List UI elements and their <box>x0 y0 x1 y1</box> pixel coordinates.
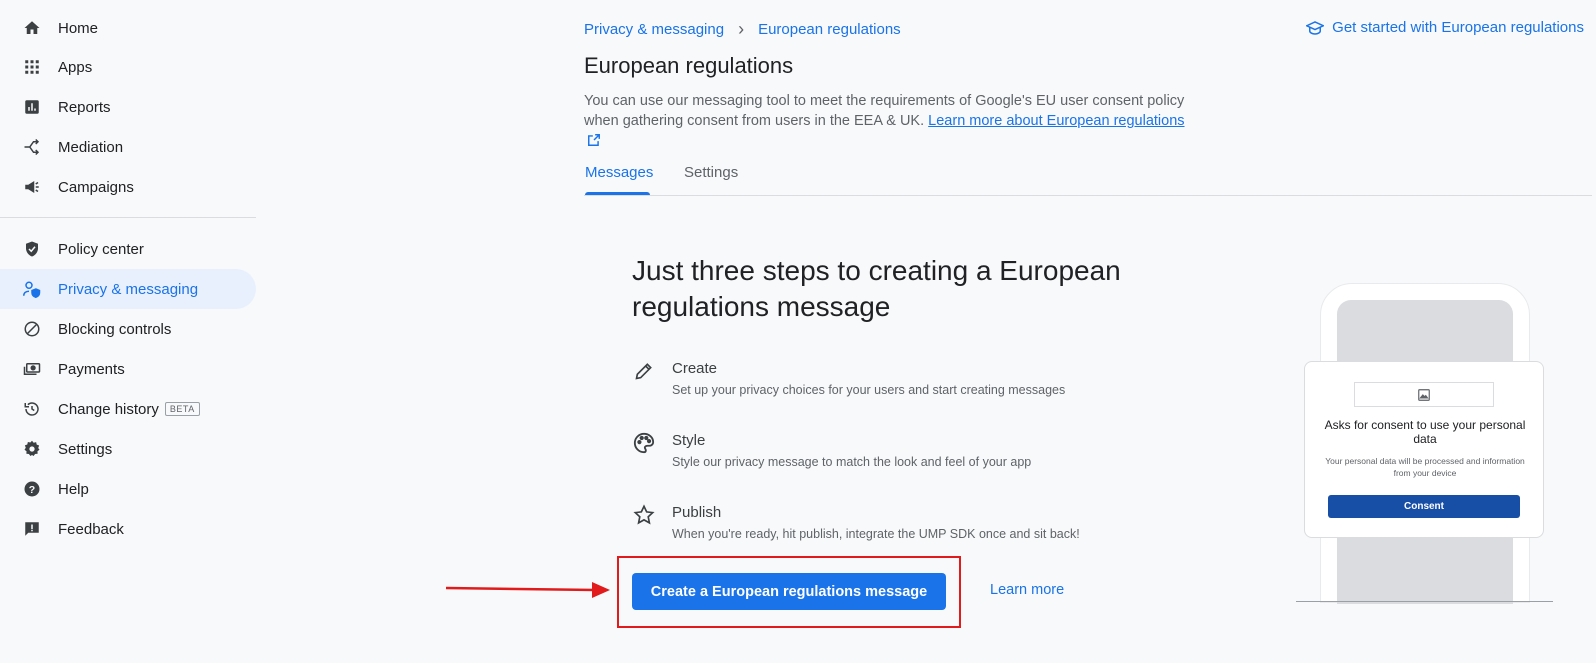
beta-badge: BETA <box>164 402 200 416</box>
sidebar-divider <box>0 217 256 218</box>
sidebar-item-label: Change history <box>58 400 159 418</box>
sidebar-item-apps[interactable]: Apps <box>0 47 256 87</box>
payments-icon <box>22 359 42 379</box>
history-icon <box>22 399 42 419</box>
chevron-right-icon: › <box>738 19 745 39</box>
sidebar-item-settings[interactable]: Settings <box>0 429 256 469</box>
megaphone-icon <box>22 177 42 197</box>
sidebar-item-campaigns[interactable]: Campaigns <box>0 167 256 207</box>
step-style: Style Style our privacy message to match… <box>632 432 1031 469</box>
consent-card-description: Your personal data will be processed and… <box>1325 456 1525 478</box>
image-placeholder-icon <box>1354 382 1494 407</box>
sidebar-item-reports[interactable]: Reports <box>0 87 256 127</box>
gear-icon <box>22 439 42 459</box>
sidebar-item-label: Home <box>58 19 99 37</box>
create-message-button[interactable]: Create a European regulations message <box>632 573 946 610</box>
step-title: Style <box>672 432 706 449</box>
help-icon: ? <box>22 479 42 499</box>
step-publish: Publish When you're ready, hit publish, … <box>632 504 1080 541</box>
palette-icon <box>632 431 656 455</box>
sidebar-item-policy-center[interactable]: Policy center <box>0 229 256 269</box>
breadcrumb: Privacy & messaging › European regulatio… <box>584 19 901 40</box>
tab-bar: Messages Settings <box>584 160 1592 196</box>
sidebar-item-label: Settings <box>58 440 113 458</box>
sidebar-item-label: Blocking controls <box>58 320 172 338</box>
block-icon <box>22 319 42 339</box>
star-icon <box>632 503 656 527</box>
step-description: When you're ready, hit publish, integrat… <box>672 527 1080 541</box>
consent-card-button: Consent <box>1328 495 1520 518</box>
sidebar: Home Apps Reports Mediation Campaigns Po… <box>0 0 256 663</box>
sidebar-item-help[interactable]: ? Help <box>0 469 256 509</box>
sidebar-item-home[interactable]: Home <box>0 8 256 48</box>
mediation-icon <box>22 137 42 157</box>
steps-headline: Just three steps to creating a European … <box>632 255 1121 322</box>
sidebar-item-label: Policy center <box>58 240 144 258</box>
sidebar-item-label: Apps <box>58 58 93 76</box>
step-description: Style our privacy message to match the l… <box>672 455 1032 469</box>
tab-messages[interactable]: Messages <box>585 164 653 181</box>
step-description: Set up your privacy choices for your use… <box>672 383 1066 397</box>
sidebar-item-label: Mediation <box>58 138 124 156</box>
svg-text:?: ? <box>29 484 35 496</box>
feedback-icon <box>22 519 42 539</box>
sidebar-item-mediation[interactable]: Mediation <box>0 127 256 167</box>
sidebar-item-label: Reports <box>58 98 111 116</box>
open-in-new-icon <box>584 133 601 149</box>
breadcrumb-privacy-messaging[interactable]: Privacy & messaging <box>584 21 724 38</box>
sidebar-item-label: Help <box>58 480 89 498</box>
pencil-icon <box>632 359 656 383</box>
sidebar-item-label: Campaigns <box>58 178 134 196</box>
sidebar-item-label: Feedback <box>58 520 124 538</box>
sidebar-item-label: Privacy & messaging <box>58 280 199 298</box>
sidebar-item-payments[interactable]: Payments <box>0 349 256 389</box>
page-description: You can use our messaging tool to meet t… <box>584 91 1204 151</box>
page-title: European regulations <box>584 53 794 78</box>
privacy-user-icon <box>22 279 42 299</box>
consent-card-title: Asks for consent to use your personal da… <box>1324 418 1526 446</box>
learn-more-regulations-link[interactable]: Learn more about European regulations <box>928 113 1184 129</box>
step-title: Publish <box>672 504 722 521</box>
home-icon <box>22 18 42 38</box>
annotation-arrow <box>445 582 610 598</box>
active-tab-indicator <box>585 192 650 195</box>
sidebar-item-change-history[interactable]: Change history BETA <box>0 389 256 429</box>
sidebar-item-label: Payments <box>58 360 125 378</box>
get-started-link[interactable]: Get started with European regulations <box>1306 19 1584 36</box>
sidebar-item-privacy-messaging[interactable]: Privacy & messaging <box>0 269 256 309</box>
step-title: Create <box>672 360 718 377</box>
sidebar-item-blocking-controls[interactable]: Blocking controls <box>0 309 256 349</box>
step-create: Create Set up your privacy choices for y… <box>632 360 1065 397</box>
tab-settings[interactable]: Settings <box>684 164 738 181</box>
apps-grid-icon <box>22 57 42 77</box>
shield-check-icon <box>22 239 42 259</box>
reports-icon <box>22 97 42 117</box>
consent-card: Asks for consent to use your personal da… <box>1304 361 1544 538</box>
breadcrumb-european-regulations[interactable]: European regulations <box>758 21 901 38</box>
learn-more-link[interactable]: Learn more <box>990 582 1064 598</box>
school-icon <box>1306 20 1325 36</box>
sidebar-item-feedback[interactable]: Feedback <box>0 509 256 549</box>
illustration-baseline <box>1296 601 1553 602</box>
get-started-label: Get started with European regulations <box>1332 19 1584 36</box>
